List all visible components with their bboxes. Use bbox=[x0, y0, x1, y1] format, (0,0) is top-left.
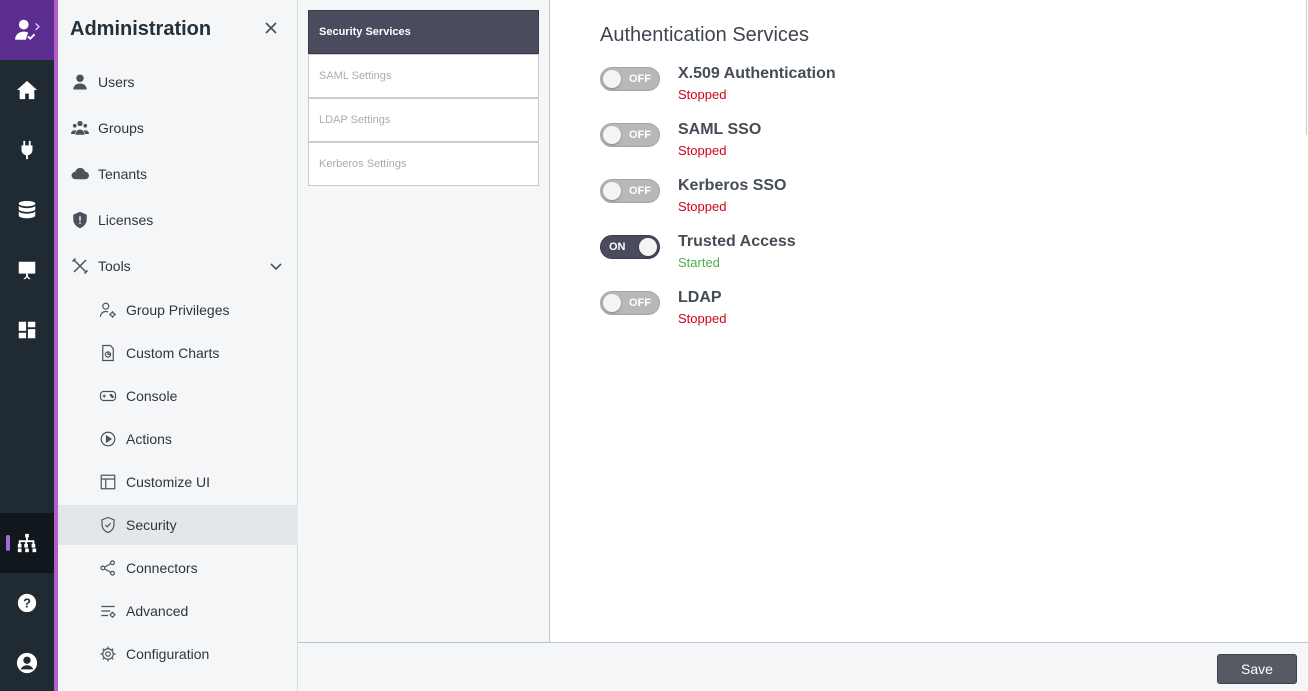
footer-bar: Save bbox=[298, 642, 1308, 691]
rail-plug-button[interactable] bbox=[0, 120, 54, 180]
security-subtabs: Security Services SAML Settings LDAP Set… bbox=[298, 0, 550, 642]
status-text: Stopped bbox=[678, 143, 727, 158]
toggle-knob bbox=[603, 182, 621, 200]
shield-icon bbox=[70, 210, 90, 230]
nav-item-tools[interactable]: Tools bbox=[58, 246, 298, 286]
svg-text:?: ? bbox=[23, 596, 31, 611]
user-icon bbox=[70, 72, 90, 92]
service-name: Trusted Access bbox=[678, 233, 796, 250]
rail-account-button[interactable] bbox=[0, 633, 54, 691]
nav-item-group-privileges[interactable]: Group Privileges bbox=[58, 290, 298, 330]
service-name: LDAP bbox=[678, 289, 722, 306]
ldap-toggle[interactable]: OFF bbox=[600, 291, 660, 315]
rail-dashboard-button[interactable] bbox=[0, 300, 54, 360]
help-icon: ? bbox=[17, 593, 37, 613]
sitemap-icon bbox=[17, 533, 37, 553]
service-row-kerberos-sso: OFF Kerberos SSO Stopped bbox=[600, 177, 1000, 227]
user-check-icon bbox=[15, 19, 40, 41]
rail-help-button[interactable]: ? bbox=[0, 573, 54, 633]
gear-icon bbox=[98, 644, 118, 664]
close-icon[interactable] bbox=[263, 20, 279, 36]
tab-kerberos-settings[interactable]: Kerberos Settings bbox=[308, 142, 539, 186]
nav-item-tenants[interactable]: Tenants bbox=[58, 154, 298, 194]
nav-item-security[interactable]: Security bbox=[58, 505, 298, 545]
trusted-access-toggle[interactable]: ON bbox=[600, 235, 660, 259]
shield-check-icon bbox=[98, 515, 118, 535]
status-text: Stopped bbox=[678, 87, 727, 102]
rail-presentation-button[interactable] bbox=[0, 240, 54, 300]
chart-doc-icon bbox=[98, 343, 118, 363]
nav-item-customize-ui[interactable]: Customize UI bbox=[58, 462, 298, 502]
sliders-icon bbox=[98, 601, 118, 621]
plug-icon bbox=[21, 140, 33, 160]
chevron-down-icon[interactable] bbox=[270, 260, 282, 272]
toggle-knob bbox=[603, 126, 621, 144]
service-row-x509: OFF X.509 Authentication Stopped bbox=[600, 65, 1000, 115]
rail-home-button[interactable] bbox=[0, 60, 54, 120]
nav-item-console[interactable]: Console bbox=[58, 376, 298, 416]
tab-ldap-settings[interactable]: LDAP Settings bbox=[308, 98, 539, 142]
share-icon bbox=[98, 558, 118, 578]
nav-item-advanced[interactable]: Advanced bbox=[58, 591, 298, 631]
tools-icon bbox=[70, 256, 90, 276]
toggle-knob bbox=[603, 294, 621, 312]
nav-item-connectors[interactable]: Connectors bbox=[58, 548, 298, 588]
x509-toggle[interactable]: OFF bbox=[600, 67, 660, 91]
nav-item-groups[interactable]: Groups bbox=[58, 108, 298, 148]
service-name: Kerberos SSO bbox=[678, 177, 787, 194]
tab-security-services[interactable]: Security Services bbox=[308, 10, 539, 54]
nav-item-configuration[interactable]: Configuration bbox=[58, 634, 298, 674]
kerberos-sso-toggle[interactable]: OFF bbox=[600, 179, 660, 203]
groups-icon bbox=[70, 118, 90, 138]
user-switch-button[interactable] bbox=[0, 0, 54, 60]
status-text: Stopped bbox=[678, 311, 727, 326]
toggle-knob bbox=[639, 238, 657, 256]
nav-item-licenses[interactable]: Licenses bbox=[58, 200, 298, 240]
main-content: Authentication Services OFF X.509 Authen… bbox=[550, 0, 1308, 642]
service-row-trusted-access: ON Trusted Access Started bbox=[600, 233, 1000, 283]
service-row-ldap: OFF LDAP Stopped bbox=[600, 289, 1000, 339]
database-icon bbox=[18, 200, 36, 219]
status-text: Started bbox=[678, 255, 720, 270]
nav-item-users[interactable]: Users bbox=[58, 62, 298, 102]
rail-admin-button[interactable] bbox=[0, 513, 54, 573]
page-title: Authentication Services bbox=[600, 24, 810, 46]
gamepad-icon bbox=[98, 386, 118, 406]
user-gear-icon bbox=[98, 300, 118, 320]
service-name: X.509 Authentication bbox=[678, 65, 836, 82]
tab-saml-settings[interactable]: SAML Settings bbox=[308, 54, 539, 98]
home-icon bbox=[16, 80, 38, 100]
toggle-knob bbox=[603, 70, 621, 88]
nav-item-actions[interactable]: Actions bbox=[58, 419, 298, 459]
saml-sso-toggle[interactable]: OFF bbox=[600, 123, 660, 147]
layout-icon bbox=[98, 472, 118, 492]
account-icon bbox=[16, 652, 38, 674]
admin-title: Administration bbox=[70, 18, 212, 40]
icon-rail: ? bbox=[0, 0, 54, 691]
rail-database-button[interactable] bbox=[0, 180, 54, 240]
service-row-saml-sso: OFF SAML SSO Stopped bbox=[600, 121, 1000, 171]
presentation-icon bbox=[18, 261, 36, 280]
nav-item-custom-charts[interactable]: Custom Charts bbox=[58, 333, 298, 373]
dashboard-icon bbox=[18, 321, 36, 339]
status-text: Stopped bbox=[678, 199, 727, 214]
play-circle-icon bbox=[98, 429, 118, 449]
save-button[interactable]: Save bbox=[1217, 654, 1297, 684]
cloud-icon bbox=[70, 164, 90, 184]
admin-panel: Administration Users Groups Tenants Lice… bbox=[58, 0, 298, 691]
service-name: SAML SSO bbox=[678, 121, 762, 138]
